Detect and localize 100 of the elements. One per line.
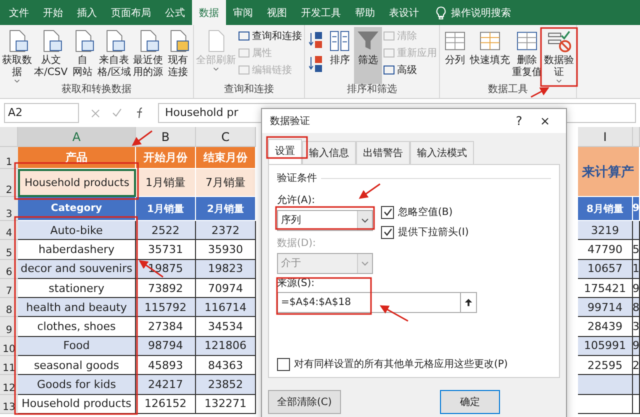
table-cell: 28439 bbox=[578, 317, 633, 337]
table-cell: 9 bbox=[633, 197, 640, 221]
table-cell: 3 bbox=[633, 317, 640, 337]
table-cell: seasonal goods bbox=[18, 356, 136, 376]
ribbon-button[interactable]: 排序 bbox=[326, 27, 354, 84]
table-cell: 2 bbox=[633, 356, 640, 376]
field-label: 来源(S): bbox=[277, 277, 316, 290]
dialog-tab[interactable]: 输入法模式 bbox=[410, 141, 474, 164]
menu-tab[interactable]: 开始 bbox=[36, 0, 70, 25]
row-number: 9 bbox=[0, 317, 18, 337]
table-cell: Food bbox=[18, 336, 136, 356]
table-cell: stationery bbox=[18, 278, 136, 298]
table-cell bbox=[633, 221, 640, 240]
ribbon-button[interactable]: 自 网站 bbox=[68, 27, 97, 84]
small-command-icon bbox=[382, 47, 395, 59]
source-field[interactable]: =$A$4:$A$18 bbox=[277, 292, 461, 313]
table-cell bbox=[578, 375, 633, 395]
allow-dropdown[interactable]: 序列 bbox=[277, 210, 373, 231]
small-command-icon bbox=[238, 47, 250, 59]
row-number: 2 bbox=[0, 169, 18, 197]
table-cell: decor and souvenirs bbox=[18, 260, 136, 279]
table-cell: 22595 bbox=[578, 356, 633, 376]
menu-tab[interactable]: 数据 bbox=[192, 0, 226, 25]
menu-tab[interactable]: 公式 bbox=[158, 0, 192, 25]
table-cell: 7月销量 bbox=[196, 169, 256, 197]
ribbon-button[interactable]: 最近使 用的源 bbox=[132, 27, 164, 84]
table-cell: Goods for kids bbox=[18, 375, 136, 395]
table-cell: 27384 bbox=[136, 317, 196, 337]
ribbon-button[interactable]: 分列 bbox=[440, 27, 469, 84]
dialog-tab[interactable]: 出错警告 bbox=[356, 141, 410, 164]
small-command-icon bbox=[238, 64, 250, 76]
ribbon-button[interactable]: 现有 连接 bbox=[164, 27, 192, 84]
dialog-button[interactable]: 全部清除(C) bbox=[268, 390, 341, 414]
menu-tab[interactable]: 帮助 bbox=[348, 0, 382, 25]
row-number: 11 bbox=[0, 356, 18, 376]
table-cell: haberdashery bbox=[18, 240, 136, 260]
ribbon-button[interactable]: 查询和连接 bbox=[236, 29, 303, 43]
checkbox-option[interactable]: 对有同样设置的所有其他单元格应用这些更改(P) bbox=[277, 357, 551, 371]
table-cell: 24217 bbox=[136, 375, 196, 395]
table-cell: Category bbox=[18, 197, 136, 221]
row-number: 1 bbox=[0, 147, 18, 169]
menu-tab[interactable]: 开发工具 bbox=[294, 0, 348, 25]
search-field[interactable]: 操作说明搜索 bbox=[426, 0, 511, 25]
check-icon[interactable] bbox=[112, 108, 122, 118]
table-cell: 35930 bbox=[196, 240, 256, 260]
menu-tab[interactable]: 审阅 bbox=[226, 0, 260, 25]
sort-descending-icon[interactable] bbox=[308, 55, 323, 73]
column-header[interactable]: I bbox=[578, 127, 633, 147]
small-command-icon bbox=[382, 30, 395, 42]
table-cell: 116714 bbox=[196, 298, 256, 318]
table-cell: 99714 bbox=[578, 298, 633, 318]
row-number: 5 bbox=[0, 240, 18, 260]
menu-tab[interactable]: 视图 bbox=[260, 0, 294, 25]
ribbon-button[interactable]: 数据验 证 bbox=[542, 27, 575, 84]
table-cell: 8月销量 bbox=[578, 197, 633, 221]
section-label: 验证条件 bbox=[277, 172, 317, 185]
sort-ascending-icon[interactable] bbox=[308, 31, 323, 49]
ribbon-button[interactable]: 从文 本/CSV bbox=[33, 27, 69, 84]
table-cell: 98794 bbox=[136, 336, 196, 356]
menu-tab[interactable]: 文件 bbox=[2, 0, 36, 25]
collapse-button[interactable] bbox=[461, 292, 477, 313]
table-cell: health and beauty bbox=[18, 298, 136, 318]
dialog-tab[interactable]: 设置 bbox=[268, 139, 302, 164]
ribbon-button[interactable]: 来自表 格/区域 bbox=[96, 27, 132, 84]
row-number: 8 bbox=[0, 298, 18, 318]
table-cell: 9 bbox=[633, 336, 640, 356]
highlight-box bbox=[540, 27, 578, 87]
menu-tab[interactable]: 插入 bbox=[70, 0, 104, 25]
column-header[interactable]: B bbox=[136, 127, 196, 147]
row-number: 12 bbox=[0, 375, 18, 395]
group-label: 排序和筛选 bbox=[346, 84, 397, 97]
table-cell: 34534 bbox=[196, 317, 256, 337]
group-label: 获取和转换数据 bbox=[61, 84, 132, 97]
ribbon-button[interactable]: 快速填充 bbox=[468, 27, 511, 84]
column-header[interactable]: A bbox=[18, 127, 136, 147]
checkbox-option[interactable]: 忽略空值(B) bbox=[381, 205, 469, 219]
table-cell: 来计算产 bbox=[578, 147, 640, 197]
dialog-tab[interactable]: 输入信息 bbox=[302, 141, 356, 164]
checkbox-option[interactable]: 提供下拉箭头(I) bbox=[381, 225, 469, 239]
table-cell: clothes, shoes bbox=[18, 317, 136, 337]
caret-icon bbox=[14, 79, 20, 83]
table-cell: 1月销量 bbox=[136, 197, 196, 221]
ribbon-button[interactable]: 筛选 bbox=[354, 27, 382, 84]
highlight-box bbox=[266, 136, 308, 159]
caret-icon bbox=[556, 79, 562, 83]
column-header[interactable]: C bbox=[196, 127, 256, 147]
ribbon-button[interactable]: 高级 bbox=[382, 63, 438, 77]
help-button[interactable]: ? bbox=[506, 114, 532, 128]
name-box[interactable]: A2 bbox=[4, 103, 79, 123]
group-label: 查询和连接 bbox=[224, 84, 274, 97]
dialog-button[interactable]: 确定 bbox=[440, 390, 500, 414]
menu-tab[interactable]: 表设计 bbox=[382, 0, 426, 25]
table-cell: 47790 bbox=[578, 240, 633, 260]
table-cell: Household products bbox=[18, 169, 136, 197]
close-button[interactable]: × bbox=[532, 114, 558, 128]
ribbon-button[interactable]: 获取数 据 bbox=[1, 27, 33, 84]
menu-tab[interactable]: 页面布局 bbox=[104, 0, 158, 25]
table-cell: 10657 bbox=[578, 260, 633, 279]
table-cell: 9 bbox=[633, 278, 640, 298]
table-cell: 2月销量 bbox=[196, 197, 256, 221]
